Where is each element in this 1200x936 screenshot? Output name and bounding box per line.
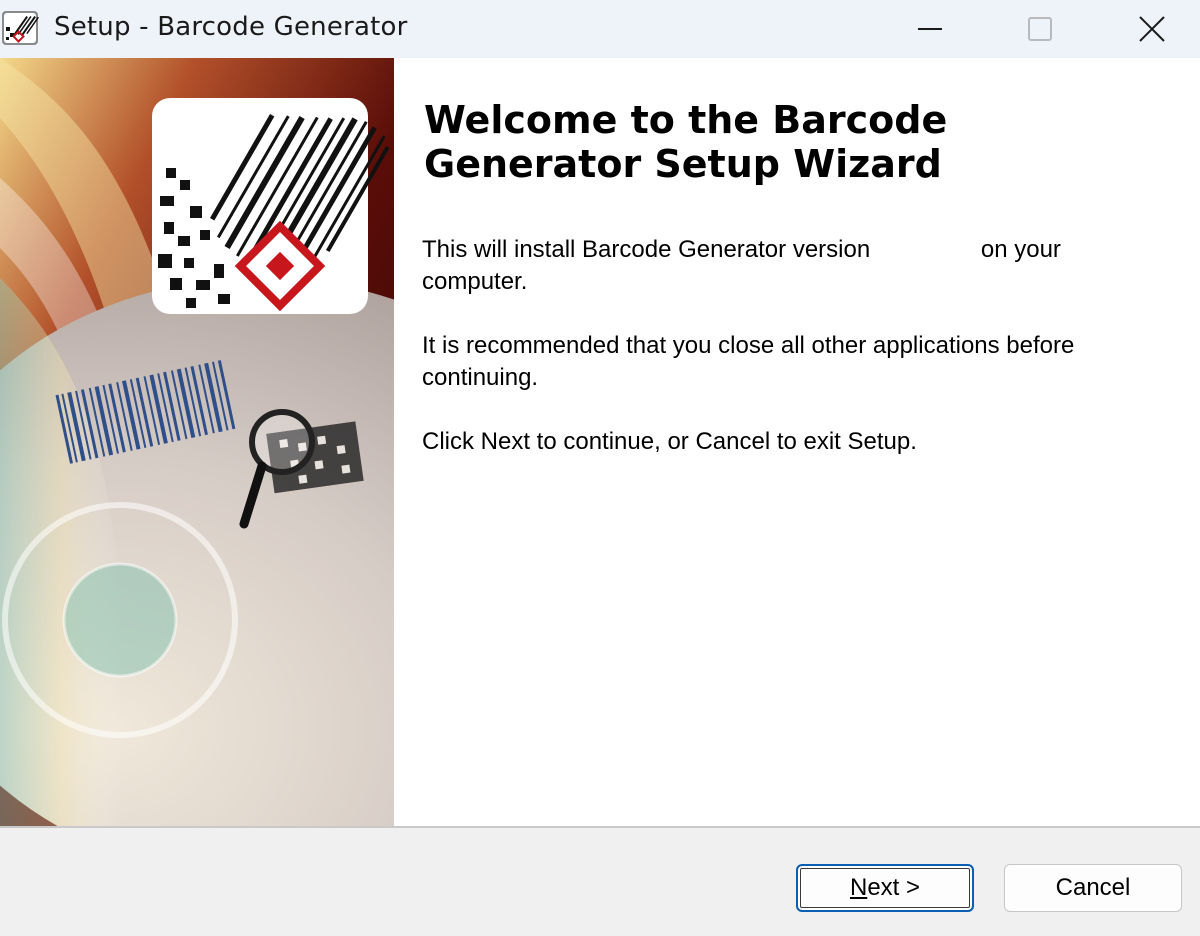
install-text-before: This will install Barcode Generator vers… bbox=[422, 236, 871, 263]
wizard-footer: Next > Cancel bbox=[0, 828, 1200, 936]
install-description: This will install Barcode Generator vers… bbox=[422, 234, 1162, 298]
wizard-side-image bbox=[0, 58, 394, 826]
barcode-app-icon bbox=[2, 11, 39, 45]
maximize-button[interactable] bbox=[984, 0, 1096, 58]
title-bar[interactable]: Setup - Barcode Generator bbox=[0, 0, 1200, 58]
barcode-generator-artwork bbox=[0, 58, 394, 826]
maximize-icon bbox=[1028, 17, 1052, 41]
wizard-content: Welcome to the Barcode Generator Setup W… bbox=[394, 58, 1200, 826]
recommend-text: It is recommended that you close all oth… bbox=[422, 332, 1075, 391]
close-icon bbox=[1139, 16, 1165, 42]
next-mnemonic: N bbox=[849, 874, 868, 901]
next-button[interactable]: Next > bbox=[796, 864, 974, 912]
window-title: Setup - Barcode Generator bbox=[54, 12, 408, 42]
next-label: ext > bbox=[867, 874, 921, 901]
minimize-icon bbox=[918, 28, 942, 30]
minimize-button[interactable] bbox=[874, 0, 986, 58]
close-button[interactable] bbox=[1096, 0, 1200, 58]
cancel-button[interactable]: Cancel bbox=[1004, 864, 1182, 912]
instruction-text: Click Next to continue, or Cancel to exi… bbox=[422, 428, 917, 455]
wizard-heading: Welcome to the Barcode Generator Setup W… bbox=[424, 98, 948, 186]
